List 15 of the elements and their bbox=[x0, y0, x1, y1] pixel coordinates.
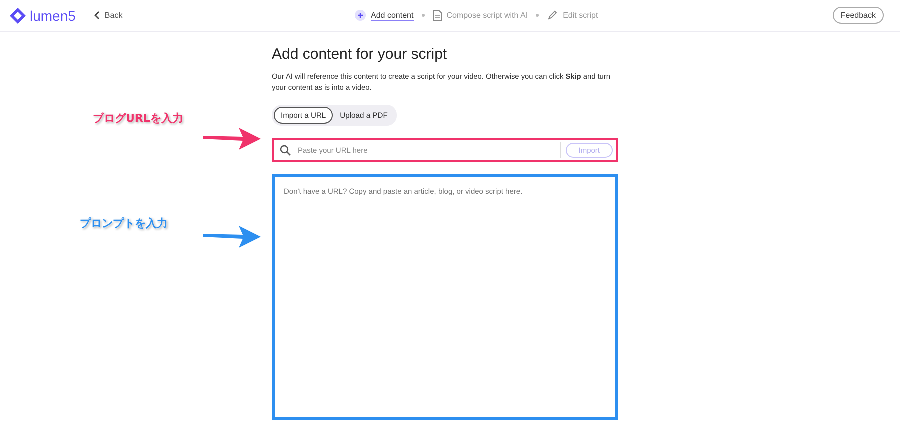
feedback-button[interactable]: Feedback bbox=[832, 7, 884, 24]
annotation-label: ブログURLを入力 bbox=[93, 112, 184, 125]
logo-icon bbox=[10, 8, 26, 24]
arrow-icon bbox=[203, 126, 261, 150]
chevron-left-icon bbox=[94, 11, 100, 20]
annotation-label: プロンプトを入力 bbox=[80, 217, 168, 230]
logo-text: lumen5 bbox=[30, 8, 76, 24]
arrow-icon bbox=[203, 224, 261, 248]
search-icon bbox=[280, 144, 291, 156]
plus-icon bbox=[355, 10, 366, 21]
document-icon bbox=[432, 10, 442, 21]
pencil-icon bbox=[547, 10, 558, 21]
page-title: Add content for your script bbox=[272, 46, 448, 63]
step-tab[interactable]: Add content bbox=[355, 10, 414, 21]
back-button[interactable]: Back bbox=[94, 11, 123, 20]
